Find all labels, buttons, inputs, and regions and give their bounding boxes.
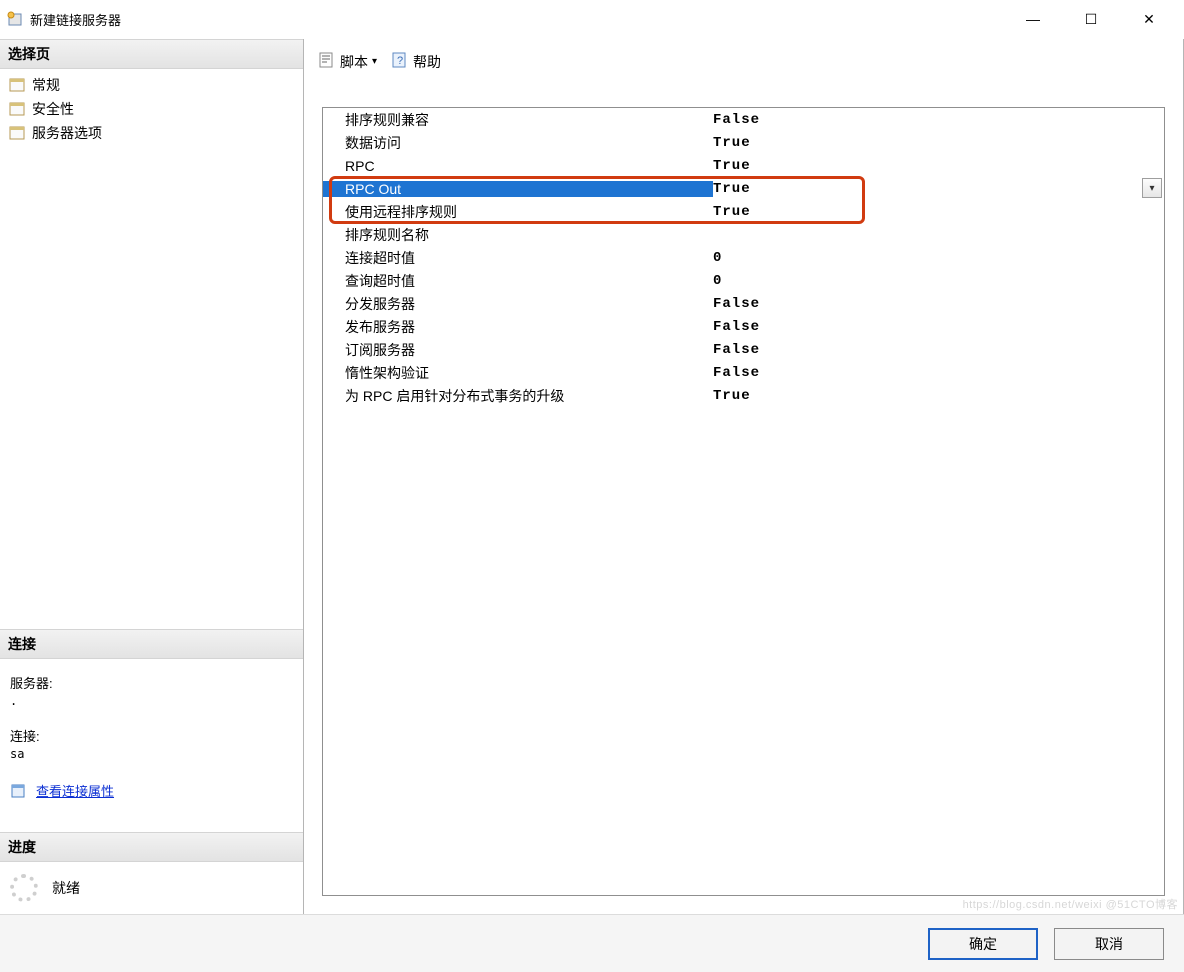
property-row[interactable]: 连接超时值0 [323,246,1164,269]
help-icon: ? [391,51,409,72]
property-value[interactable]: False [713,296,1164,312]
property-key: 发布服务器 [323,317,713,337]
right-pane: 脚本 ▾ ? 帮助 排序规则兼容False数据访问TrueRPCTrueRPC … [303,39,1184,914]
page-nav-list: 常规 安全性 服务器选项 [0,69,303,149]
server-value: . [10,694,293,708]
property-key: 排序规则兼容 [323,110,713,130]
spinner-icon [10,874,38,902]
property-value[interactable]: True [713,181,1164,197]
minimize-button[interactable]: — [1004,3,1062,35]
view-props-row[interactable]: 查看连接属性 [10,781,293,800]
property-row[interactable]: 排序规则兼容False [323,108,1164,131]
chevron-down-icon: ▾ [372,56,377,67]
property-row[interactable]: RPC OutTrue [323,177,1164,200]
property-row[interactable]: 使用远程排序规则True [323,200,1164,223]
property-key: 排序规则名称 [323,225,713,245]
close-button[interactable]: ✕ [1120,3,1178,35]
svg-text:?: ? [397,55,403,67]
property-row[interactable]: 订阅服务器False [323,338,1164,361]
ok-button[interactable]: 确定 [928,928,1038,960]
property-key: 使用远程排序规则 [323,202,713,222]
property-key: 连接超时值 [323,248,713,268]
nav-item-server-options[interactable]: 服务器选项 [0,121,303,145]
property-value[interactable]: True [713,135,1164,151]
help-button[interactable]: ? 帮助 [387,49,445,74]
property-value[interactable]: False [713,319,1164,335]
server-label: 服务器: [10,673,293,692]
property-value[interactable]: True [713,388,1164,404]
property-value[interactable]: 0 [713,250,1164,266]
progress-body: 就绪 [0,862,303,914]
property-row[interactable]: 查询超时值0 [323,269,1164,292]
page-icon [8,101,26,117]
maximize-button[interactable]: ☐ [1062,3,1120,35]
select-page-header: 选择页 [0,39,303,69]
property-key: 查询超时值 [323,271,713,291]
connection-header: 连接 [0,629,303,659]
property-value[interactable]: False [713,112,1164,128]
nav-label: 安全性 [32,99,74,119]
script-icon [318,51,336,72]
property-row[interactable]: 发布服务器False [323,315,1164,338]
cancel-button[interactable]: 取消 [1054,928,1164,960]
watermark: https://blog.csdn.net/weixi @51CTO博客 [963,896,1178,912]
property-row[interactable]: RPCTrue [323,154,1164,177]
page-icon [8,125,26,141]
toolbar: 脚本 ▾ ? 帮助 [304,45,1183,79]
property-value[interactable]: True [713,204,1164,220]
help-label: 帮助 [413,52,441,72]
property-row[interactable]: 排序规则名称 [323,223,1164,246]
property-row[interactable]: 数据访问True [323,131,1164,154]
property-key: 订阅服务器 [323,340,713,360]
view-props-link[interactable]: 查看连接属性 [36,781,114,800]
conn-label: 连接: [10,726,293,745]
property-row[interactable]: 惰性架构验证False [323,361,1164,384]
property-value[interactable]: 0 [713,273,1164,289]
properties-icon [10,783,28,799]
property-row[interactable]: 为 RPC 启用针对分布式事务的升级True [323,384,1164,407]
script-label: 脚本 [340,52,368,72]
property-grid[interactable]: 排序规则兼容False数据访问TrueRPCTrueRPC OutTrue使用远… [322,107,1165,896]
progress-status: 就绪 [52,878,80,898]
page-icon [8,77,26,93]
dropdown-button[interactable]: ▾ [1142,178,1162,198]
progress-header: 进度 [0,832,303,862]
app-icon [6,10,24,28]
property-key: RPC Out [323,181,713,197]
property-key: 分发服务器 [323,294,713,314]
content: 选择页 常规 安全性 服务器选项 连接 [0,38,1184,914]
property-value[interactable]: False [713,342,1164,358]
conn-value: sa [10,747,293,761]
property-value[interactable]: False [713,365,1164,381]
left-pane: 选择页 常规 安全性 服务器选项 连接 [0,39,303,914]
property-value[interactable]: True [713,158,1164,174]
script-button[interactable]: 脚本 ▾ [314,49,381,74]
connection-body: 服务器: . 连接: sa 查看连接属性 [0,659,303,808]
nav-item-security[interactable]: 安全性 [0,97,303,121]
property-key: RPC [323,158,713,174]
nav-label: 常规 [32,75,60,95]
dialog-footer: 确定 取消 [0,914,1184,972]
property-key: 数据访问 [323,133,713,153]
property-row[interactable]: 分发服务器False [323,292,1164,315]
property-key: 为 RPC 启用针对分布式事务的升级 [323,386,713,406]
window-title: 新建链接服务器 [30,10,121,29]
nav-label: 服务器选项 [32,123,102,143]
titlebar: 新建链接服务器 — ☐ ✕ [0,0,1184,38]
window-controls: — ☐ ✕ [1004,3,1178,35]
nav-item-general[interactable]: 常规 [0,73,303,97]
property-key: 惰性架构验证 [323,363,713,383]
